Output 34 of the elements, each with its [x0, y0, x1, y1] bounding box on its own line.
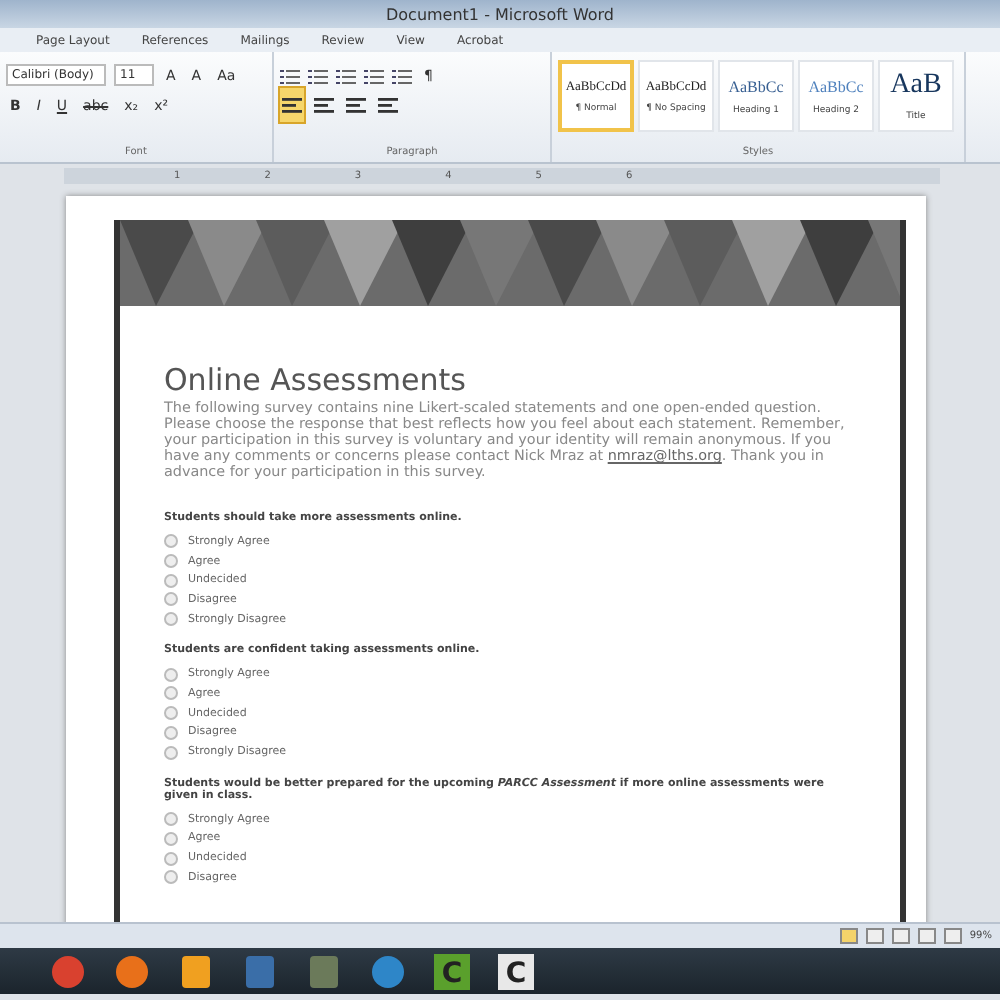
list-icon[interactable]	[308, 67, 328, 83]
align-icon	[378, 98, 398, 114]
list-icon[interactable]	[336, 67, 356, 83]
radio-button[interactable]	[164, 745, 178, 760]
align-icon	[282, 98, 302, 114]
app-icon[interactable]: C	[432, 951, 472, 991]
list-icon[interactable]	[364, 67, 384, 83]
app-icon[interactable]	[176, 951, 216, 991]
app-icon[interactable]	[240, 951, 280, 991]
radio-button[interactable]	[164, 534, 178, 549]
document-title: Online Assessments	[164, 362, 468, 398]
app-icon[interactable]	[304, 951, 344, 991]
radio-button[interactable]	[164, 573, 178, 588]
radio-button[interactable]	[164, 725, 178, 740]
radio-button[interactable]	[164, 831, 178, 846]
radio-button[interactable]	[164, 554, 178, 569]
app-icon[interactable]: C	[496, 951, 536, 991]
circle-icon[interactable]	[112, 951, 152, 991]
list-icon[interactable]	[280, 67, 300, 83]
radio-button[interactable]	[164, 870, 178, 885]
radio-button[interactable]	[164, 612, 178, 627]
radio-button[interactable]	[164, 812, 178, 827]
align-icon	[346, 98, 366, 114]
radio-button[interactable]	[164, 706, 178, 721]
radio-button[interactable]	[164, 667, 178, 682]
list-icon[interactable]	[392, 67, 412, 83]
radio-button[interactable]	[164, 686, 178, 701]
radio-button[interactable]	[164, 592, 178, 607]
radio-button[interactable]	[164, 851, 178, 866]
circle-icon[interactable]	[48, 951, 88, 991]
align-button[interactable]	[280, 88, 304, 122]
window-title: Document1 - Microsoft Word	[385, 5, 615, 23]
align-icon	[314, 98, 334, 114]
circle-icon[interactable]	[368, 951, 408, 991]
